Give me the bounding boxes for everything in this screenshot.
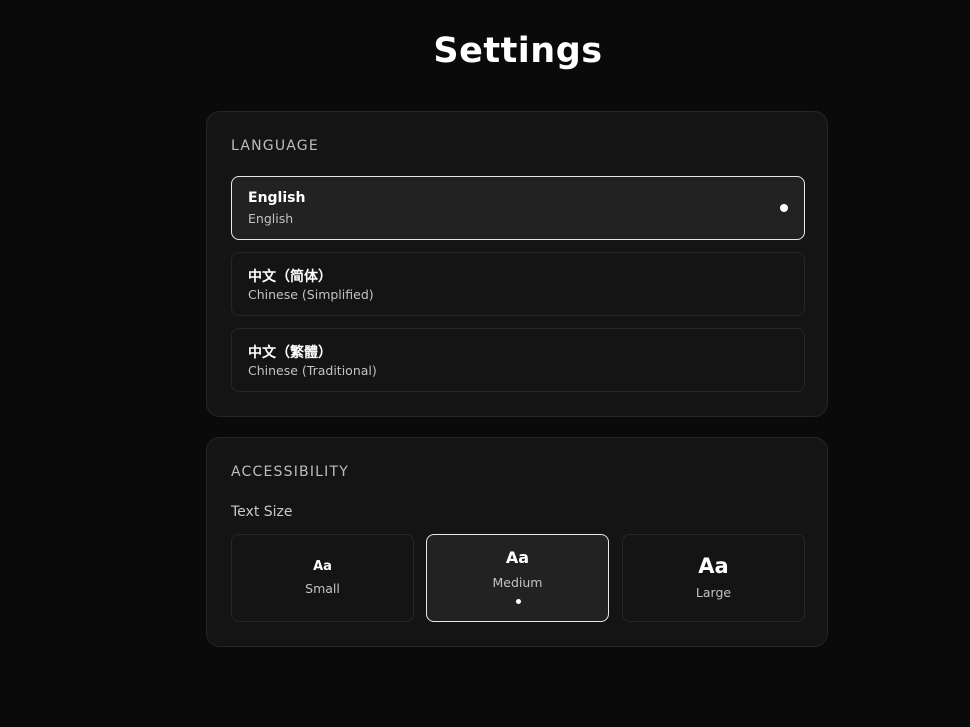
language-option-chinese-simplified[interactable]: 中文（简体） Chinese (Simplified) [231, 252, 805, 316]
language-card: LANGUAGE English English 中文（简体） Chinese … [206, 111, 828, 417]
language-option-name: 中文（简体） [248, 269, 332, 285]
text-size-sample: Aa [313, 559, 332, 574]
language-section-label: LANGUAGE [231, 138, 319, 154]
text-size-name: Large [695, 585, 732, 600]
text-size-small-button[interactable]: Aa Small [231, 534, 414, 622]
text-size-sample: Aa [698, 554, 729, 578]
text-size-large-button[interactable]: Aa Large [622, 534, 805, 622]
text-size-sample: Aa [505, 548, 530, 567]
accessibility-card: ACCESSIBILITY Text Size Aa Small Aa Medi… [206, 437, 828, 647]
selected-dot-icon [780, 204, 788, 212]
text-size-name: Small [305, 581, 340, 596]
language-option-english[interactable]: English English [231, 176, 805, 240]
language-option-subtitle: Chinese (Simplified) [248, 287, 374, 302]
language-option-subtitle: Chinese (Traditional) [248, 363, 377, 378]
language-option-chinese-traditional[interactable]: 中文（繁體） Chinese (Traditional) [231, 328, 805, 392]
page-title: Settings [433, 31, 603, 71]
selected-dot-icon [516, 599, 521, 604]
language-option-name: English [248, 190, 306, 206]
text-size-name: Medium [492, 575, 543, 590]
accessibility-section-label: ACCESSIBILITY [231, 464, 349, 480]
language-option-name: 中文（繁體） [248, 345, 332, 361]
text-size-medium-button[interactable]: Aa Medium [426, 534, 609, 622]
language-option-subtitle: English [248, 211, 294, 226]
text-size-label: Text Size [231, 504, 293, 520]
